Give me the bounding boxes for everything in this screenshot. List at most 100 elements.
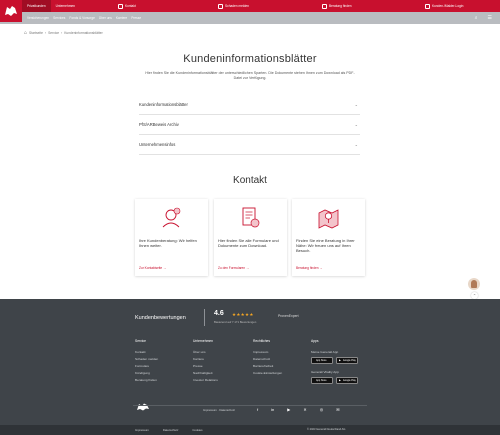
accordion-item[interactable]: Unternehmensinfos ⌄ <box>139 135 360 155</box>
contact-link-label: Kontakt <box>125 4 136 8</box>
contact-card-text: Hier finden Sie alle Formulare und Dokum… <box>218 238 279 248</box>
google-play-label: Google Play <box>342 359 356 362</box>
youtube-icon[interactable]: ▶ <box>287 407 290 412</box>
footer-column: Unternehmen Über uns Karriere Presse Nac… <box>193 339 218 385</box>
phone-icon <box>118 3 123 9</box>
nav-item-ueber-uns[interactable]: Über uns <box>99 16 112 20</box>
footer-bottom-links: Impressum Datenschutz Cookies <box>135 428 203 432</box>
instagram-icon[interactable]: ◎ <box>320 407 324 412</box>
google-play-badge[interactable]: ▶ Google Play <box>336 377 358 384</box>
footer-link[interactable]: Über uns <box>193 350 218 354</box>
login-link[interactable]: Kunden-/Makler-Login <box>425 0 463 12</box>
mail-icon[interactable]: ✉ <box>336 407 339 412</box>
footer-heading: Unternehmen <box>193 339 213 343</box>
footer-link[interactable]: Datenschutz <box>253 357 282 361</box>
google-play-badge[interactable]: ▶ Google Play <box>336 357 358 364</box>
accordion-item-label: Unternehmensinfos <box>139 142 176 147</box>
claim-link-label: Schaden melden <box>225 4 249 8</box>
contact-card[interactable]: Finden Sie eine Beratung in Ihrer Nähe: … <box>292 199 365 276</box>
page-title: Kundeninformationsblätter <box>183 53 317 65</box>
contact-card-link[interactable]: Zur Kontaktseite → <box>139 266 166 270</box>
accordion-item-label: Kundeninformationsblätter <box>139 102 188 107</box>
contact-link[interactable]: Kontakt <box>118 0 136 12</box>
x-icon[interactable]: ✕ <box>303 407 306 412</box>
forms-illustration-icon <box>242 207 260 228</box>
chevron-down-icon: ⌄ <box>354 102 358 107</box>
footer-link[interactable]: Barrierefreiheit <box>253 364 282 368</box>
provenexpert-logo[interactable]: ProvenExpert <box>278 314 299 318</box>
nav-item-services[interactable]: Services <box>53 16 65 20</box>
support-illustration-icon <box>162 207 181 228</box>
rating-count: Basierend auf 7.171 Bewertungen <box>214 320 257 324</box>
intro-text: Hier finden Sie die Kundeninformationsbl… <box>145 71 355 80</box>
breadcrumb: ⌂ Startseite › Service › Kundeninformati… <box>24 30 103 36</box>
divider <box>204 309 205 326</box>
footer-link[interactable]: Presse <box>193 364 218 368</box>
footer-bottom-link[interactable]: Datenschutz <box>163 428 179 432</box>
footer-column: Service Kontakt Schaden melden Formulare… <box>135 339 158 385</box>
page: Privatkunden Unternehmen Kontakt Schaden… <box>0 0 500 435</box>
contact-card-link[interactable]: Beratung finden → <box>296 266 323 270</box>
footer-link[interactable]: Impressum <box>253 350 282 354</box>
claim-link[interactable]: Schaden melden <box>218 0 249 12</box>
app-store-badge[interactable]: App Store <box>311 377 333 384</box>
footer-link[interactable]: Cookie-Einstellungen <box>253 371 282 375</box>
footer-link[interactable]: Schaden melden <box>135 357 158 361</box>
breadcrumb-separator: › <box>61 31 63 35</box>
accordion-item[interactable]: PfS/ARBeweis Archiv ⌄ <box>139 115 360 135</box>
accordion-item[interactable]: Kundeninformationsblätter ⌄ <box>139 95 360 115</box>
advisor-link[interactable]: Beratung finden <box>322 0 352 12</box>
home-icon[interactable]: ⌂ <box>24 30 27 36</box>
contact-card[interactable]: Ihre Kundenberatung: Wir helfen Ihnen we… <box>135 199 208 276</box>
play-icon: ▶ <box>339 359 341 362</box>
menu-icon[interactable]: ☰ <box>488 15 492 21</box>
footer-bottom-link[interactable]: Impressum <box>135 428 149 432</box>
footer-bottom-link[interactable]: Cookies <box>192 428 202 432</box>
chat-avatar-button[interactable] <box>468 278 480 290</box>
footer-link[interactable]: Beratung finden <box>135 378 158 382</box>
footer-link[interactable]: Karriere <box>193 357 218 361</box>
nav-item-fonds[interactable]: Fonds & Vorsorge <box>69 16 95 20</box>
nav-item-presse[interactable]: Presse <box>131 16 141 20</box>
rating-stars: ★★★★★ <box>232 312 254 317</box>
location-icon <box>322 3 327 9</box>
breadcrumb-item[interactable]: Service <box>48 31 59 35</box>
breadcrumb-item: Kundeninformationsblätter <box>64 31 103 35</box>
footer-link[interactable]: Nachhaltigkeit <box>193 371 218 375</box>
user-icon <box>425 3 430 9</box>
rating-score: 4.6 <box>214 310 224 317</box>
contact-card-text: Finden Sie eine Beratung in Ihrer Nähe: … <box>296 238 355 253</box>
app-store-badge[interactable]: App Store <box>311 357 333 364</box>
rating-label: Kundenbewertungen <box>135 315 186 321</box>
breadcrumb-separator: › <box>44 31 47 35</box>
nav-item-versicherungen[interactable]: Versicherungen <box>27 16 49 20</box>
contact-card[interactable]: Hier finden Sie alle Formulare und Dokum… <box>214 199 287 276</box>
scroll-top-button[interactable]: ⌃ <box>471 292 478 299</box>
footer-link[interactable]: Formulare <box>135 364 158 368</box>
accordion-item-label: PfS/ARBeweis Archiv <box>139 122 179 127</box>
advisor-link-label: Beratung finden <box>329 4 352 8</box>
footer-heading: Rechtliches <box>253 339 271 343</box>
login-link-label: Kunden-/Makler-Login <box>432 4 464 8</box>
footer-heading: Service <box>135 339 146 343</box>
contact-card-link[interactable]: Zu den Formularen → <box>218 266 249 270</box>
tab-unternehmen[interactable]: Unternehmen <box>51 0 80 12</box>
brand-logo[interactable] <box>0 0 22 22</box>
breadcrumb-item[interactable]: Startseite <box>29 31 43 35</box>
linkedin-icon[interactable]: in <box>271 407 274 412</box>
footer-bottom-bar <box>0 425 500 435</box>
footer-heading: Apps <box>311 339 319 343</box>
main-nav: Versicherungen Services Fonds & Vorsorge… <box>0 12 500 24</box>
lion-logo-icon <box>5 6 17 16</box>
footer-column: Apps Meine Generali App App Store ▶ Googl… <box>311 339 358 384</box>
tab-privatkunden[interactable]: Privatkunden <box>22 0 51 12</box>
footer-link[interactable]: Kündigung <box>135 371 158 375</box>
footer-link[interactable]: Kontakt <box>135 350 158 354</box>
footer-legal[interactable]: Impressum · Datenschutz <box>203 408 235 412</box>
nav-item-karriere[interactable]: Karriere <box>116 16 127 20</box>
app-store-label: App Store <box>316 359 327 362</box>
facebook-icon[interactable]: f <box>257 407 258 412</box>
footer-link[interactable]: Investor Relations <box>193 378 218 382</box>
search-icon[interactable]: ⌕ <box>475 15 478 21</box>
social-links: f in ▶ ✕ ◎ ✉ <box>257 407 340 412</box>
